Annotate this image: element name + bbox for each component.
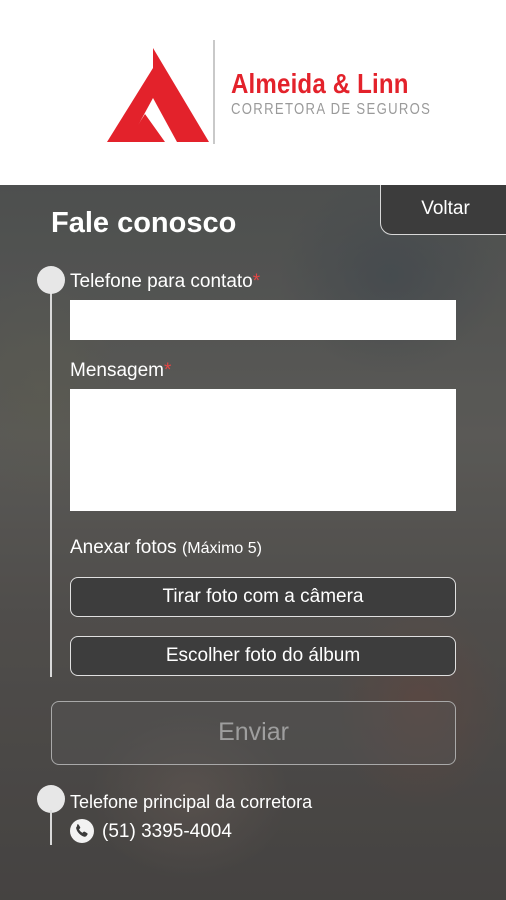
page-title: Fale conosco: [51, 207, 237, 239]
app-header: Almeida & Linn CORRETORA DE SEGUROS: [0, 0, 506, 185]
back-button[interactable]: Voltar: [380, 185, 506, 235]
message-label-text: Mensagem: [70, 360, 164, 381]
phone-icon: [70, 819, 94, 843]
contact-phone[interactable]: (51) 3395-4004: [102, 821, 232, 843]
logo-divider: [213, 40, 215, 144]
message-label: Mensagem*: [70, 360, 171, 382]
choose-album-button[interactable]: Escolher foto do álbum: [70, 636, 456, 676]
required-mark: *: [164, 360, 172, 381]
send-button[interactable]: Enviar: [51, 701, 456, 765]
timeline-dot: [37, 266, 65, 294]
timeline-line: [50, 280, 52, 677]
brand-tagline: CORRETORA DE SEGUROS: [231, 101, 432, 118]
attach-hint: (Máximo 5): [181, 540, 262, 557]
logo-icon: [107, 48, 209, 142]
phone-label-text: Telefone para contato: [70, 271, 253, 292]
contact-label: Telefone principal da corretora: [70, 792, 313, 812]
attach-label-text: Anexar fotos: [70, 537, 177, 558]
phone-input[interactable]: [70, 300, 456, 340]
timeline-line: [50, 810, 52, 845]
required-mark: *: [252, 271, 261, 292]
take-photo-button[interactable]: Tirar foto com a câmera: [70, 577, 456, 617]
brand-name: Almeida & Linn: [231, 68, 409, 99]
message-textarea[interactable]: [70, 389, 456, 511]
attach-label: Anexar fotos (Máximo 5): [70, 537, 262, 559]
phone-label: Telefone para contato*: [70, 271, 260, 293]
contact-form-panel: Voltar Fale conosco Telefone para contat…: [0, 185, 506, 900]
timeline-dot: [37, 785, 65, 813]
